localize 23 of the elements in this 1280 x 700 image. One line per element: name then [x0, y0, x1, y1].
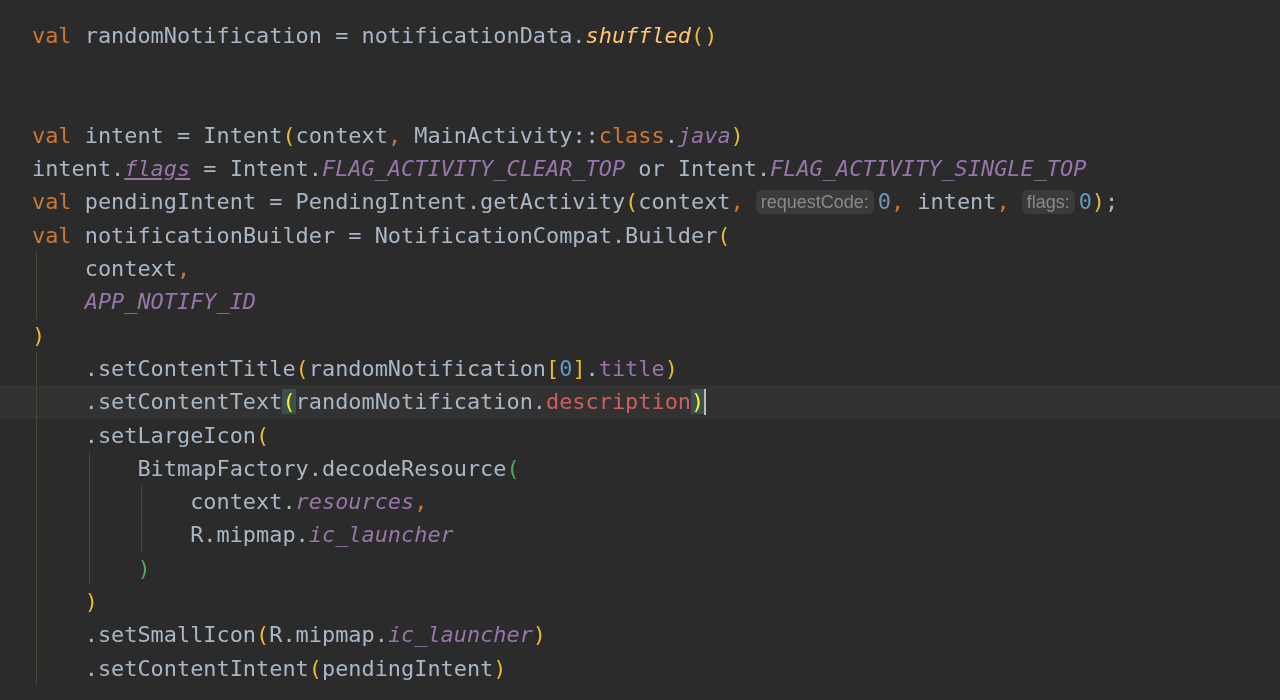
code-text: .setContentTitle(randomNotification[0].title) — [84, 354, 678, 383]
code-text: 0, intent, — [877, 188, 1010, 217]
code-text: context.resources, — [190, 488, 428, 517]
code-text: .setContentText(randomNotification.description) — [84, 388, 705, 417]
code-text: context, — [84, 255, 191, 284]
code-text: ) — [137, 554, 151, 583]
code-text: val notificationBuilder = NotificationCompat.Builder( — [32, 221, 731, 250]
code-text: ) — [84, 588, 98, 617]
code-text: .setContentIntent(pendingIntent) — [84, 654, 507, 683]
code-text: .setSmallIcon(R.mipmap.ic_launcher) — [84, 621, 547, 650]
code-text: intent.flags = Intent.FLAG_ACTIVITY_CLEAR_TOP or Intent.FLAG_ACTIVITY_SINGLE_TOP — [32, 155, 1087, 184]
code-text: APP_NOTIFY_ID — [84, 288, 257, 317]
parameter-hint: flags: — [1021, 190, 1075, 215]
code-text: R.mipmap.ic_launcher — [190, 521, 454, 550]
text-cursor — [704, 388, 707, 415]
code-text: val pendingIntent = PendingIntent.getActivity(context, — [32, 188, 744, 217]
code-text: 0); — [1078, 188, 1119, 217]
code-text: val randomNotification = notificationData.shuffled() — [32, 22, 718, 50]
code-text: .setLargeIcon( — [84, 421, 270, 450]
code-text: val intent = Intent(context, MainActivity::class.java) — [32, 121, 744, 150]
parameter-hint: requestCode: — [755, 190, 874, 215]
code-text: ) — [32, 321, 46, 350]
code-text: BitmapFactory.decodeResource( — [137, 454, 520, 483]
